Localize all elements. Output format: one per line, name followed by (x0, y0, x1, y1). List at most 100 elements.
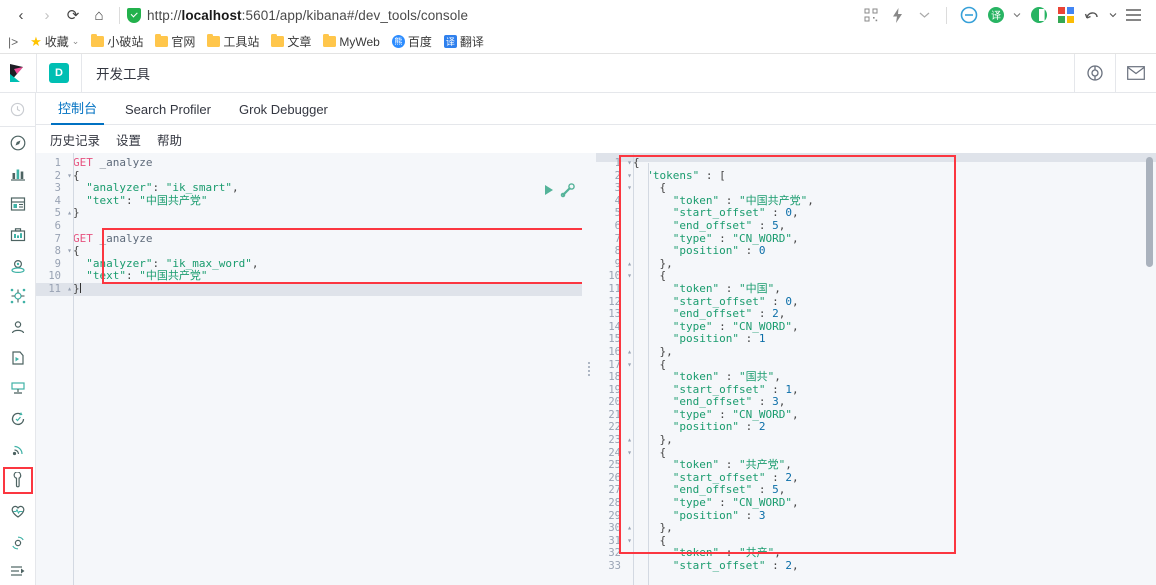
fold-toggle-icon[interactable] (626, 371, 633, 384)
sidebar-item-recently-viewed[interactable] (0, 93, 36, 128)
back-button[interactable]: ‹ (8, 2, 34, 28)
lightning-icon[interactable] (885, 3, 910, 28)
fold-toggle-icon[interactable] (66, 270, 73, 283)
bookmark-translate[interactable]: 译 翻译 (440, 32, 488, 51)
tab-grok-debugger[interactable]: Grok Debugger (225, 102, 342, 124)
reload-button[interactable]: ⟳ (60, 2, 86, 28)
adblock-icon[interactable] (956, 3, 981, 28)
response-scrollbar[interactable] (1146, 157, 1153, 267)
menu-icon[interactable] (1121, 3, 1146, 28)
history-back-icon[interactable] (1080, 3, 1105, 28)
bookmark-baidu[interactable]: 熊 百度 (388, 32, 436, 51)
fold-toggle-icon[interactable]: ▾ (626, 182, 633, 195)
bookmark-item[interactable]: 小破站 (87, 32, 147, 51)
fold-toggle-icon[interactable] (626, 510, 633, 523)
fold-toggle-icon[interactable] (66, 157, 73, 170)
chevron-down-icon[interactable] (912, 3, 937, 28)
fold-toggle-icon[interactable]: ▴ (626, 434, 633, 447)
fold-toggle-icon[interactable]: ▴ (66, 207, 73, 220)
request-editor[interactable]: 1 GET _analyze 2 ▾{3 "analyzer": "ik_smart"… (36, 153, 582, 585)
forward-button[interactable]: › (34, 2, 60, 28)
fold-toggle-icon[interactable] (66, 182, 73, 195)
split-screen-icon[interactable] (1026, 3, 1051, 28)
bookmark-overflow-icon[interactable]: |> (8, 35, 22, 49)
fold-toggle-icon[interactable]: ▾ (626, 535, 633, 548)
sidebar-item-monitoring[interactable] (0, 496, 36, 527)
qr-code-icon[interactable] (858, 3, 883, 28)
menu-history[interactable]: 历史记录 (50, 130, 100, 149)
bookmark-item[interactable]: MyWeb (319, 33, 383, 50)
bookmark-favorites[interactable]: ★ 收藏 ⌄ (26, 32, 83, 51)
translate-dropdown-icon[interactable] (1010, 3, 1024, 28)
fold-toggle-icon[interactable]: ▾ (626, 170, 633, 183)
send-request-button[interactable] (545, 185, 553, 195)
sidebar-item-discover[interactable] (0, 127, 36, 158)
sidebar-item-logs[interactable] (0, 342, 36, 373)
address-bar[interactable]: http://localhost:5601/app/kibana#/dev_to… (127, 2, 858, 28)
sidebar-item-maps[interactable] (0, 250, 36, 281)
kibana-logo[interactable] (0, 54, 36, 93)
sidebar-item-infrastructure[interactable] (0, 312, 36, 343)
fold-toggle-icon[interactable]: ▾ (66, 245, 73, 258)
apps-grid-icon[interactable] (1053, 3, 1078, 28)
tab-search-profiler[interactable]: Search Profiler (111, 102, 225, 124)
fold-toggle-icon[interactable] (626, 308, 633, 321)
tab-console[interactable]: 控制台 (44, 98, 111, 125)
home-button[interactable]: ⌂ (86, 2, 112, 28)
fold-toggle-icon[interactable] (626, 409, 633, 422)
fold-toggle-icon[interactable]: ▾ (626, 447, 633, 460)
fold-toggle-icon[interactable]: ▴ (626, 258, 633, 271)
sidebar-item-machine-learning[interactable] (0, 281, 36, 312)
fold-toggle-icon[interactable] (626, 245, 633, 258)
fold-toggle-icon[interactable] (66, 233, 73, 246)
fold-toggle-icon[interactable] (626, 547, 633, 560)
fold-toggle-icon[interactable] (66, 220, 73, 233)
editor-code[interactable]: 1 GET _analyze 2 ▾{3 "analyzer": "ik_smart"… (36, 153, 582, 296)
bookmark-item[interactable]: 官网 (151, 32, 199, 51)
sidebar-item-canvas[interactable] (0, 220, 36, 251)
fold-toggle-icon[interactable] (626, 220, 633, 233)
mail-icon[interactable] (1116, 54, 1156, 93)
sidebar-item-siem[interactable] (0, 434, 36, 465)
space-avatar[interactable]: D (49, 63, 69, 83)
fold-toggle-icon[interactable] (626, 333, 633, 346)
sidebar-collapse-button[interactable] (0, 557, 36, 585)
fold-toggle-icon[interactable]: ▴ (626, 346, 633, 359)
panel-resize-handle[interactable] (582, 153, 596, 585)
sidebar-item-management[interactable] (0, 526, 36, 557)
fold-toggle-icon[interactable] (626, 396, 633, 409)
fold-toggle-icon[interactable]: ▾ (626, 359, 633, 372)
fold-toggle-icon[interactable] (626, 384, 633, 397)
menu-settings[interactable]: 设置 (116, 130, 141, 149)
help-ring-icon[interactable] (1075, 54, 1115, 93)
fold-toggle-icon[interactable] (626, 195, 633, 208)
fold-toggle-icon[interactable]: ▴ (66, 283, 73, 296)
menu-help[interactable]: 帮助 (157, 130, 182, 149)
sidebar-item-apm[interactable] (0, 373, 36, 404)
fold-toggle-icon[interactable] (626, 497, 633, 510)
wrench-icon[interactable] (560, 182, 576, 198)
response-viewer[interactable]: 1 ▾{2 ▾ "tokens" : [3 ▾ {4 "token" : "中国共产党… (596, 153, 1156, 585)
fold-toggle-icon[interactable] (66, 258, 73, 271)
sidebar-item-uptime[interactable] (0, 404, 36, 435)
sidebar-item-dashboard[interactable] (0, 189, 36, 220)
bookmark-item[interactable]: 文章 (267, 32, 315, 51)
translate-extension-icon[interactable]: 译 (983, 3, 1008, 28)
fold-toggle-icon[interactable] (626, 233, 633, 246)
fold-toggle-icon[interactable] (626, 560, 633, 573)
fold-toggle-icon[interactable] (626, 484, 633, 497)
fold-toggle-icon[interactable] (626, 472, 633, 485)
fold-toggle-icon[interactable] (626, 459, 633, 472)
fold-toggle-icon[interactable] (626, 207, 633, 220)
fold-toggle-icon[interactable] (626, 296, 633, 309)
sidebar-item-dev-tools[interactable] (0, 465, 36, 496)
fold-toggle-icon[interactable]: ▴ (626, 522, 633, 535)
sidebar-item-visualize[interactable] (0, 158, 36, 189)
fold-toggle-icon[interactable]: ▾ (626, 157, 633, 170)
bookmark-item[interactable]: 工具站 (203, 32, 263, 51)
fold-toggle-icon[interactable] (626, 421, 633, 434)
fold-toggle-icon[interactable] (66, 195, 73, 208)
fold-toggle-icon[interactable]: ▾ (66, 170, 73, 183)
fold-toggle-icon[interactable] (626, 321, 633, 334)
fold-toggle-icon[interactable]: ▾ (626, 270, 633, 283)
